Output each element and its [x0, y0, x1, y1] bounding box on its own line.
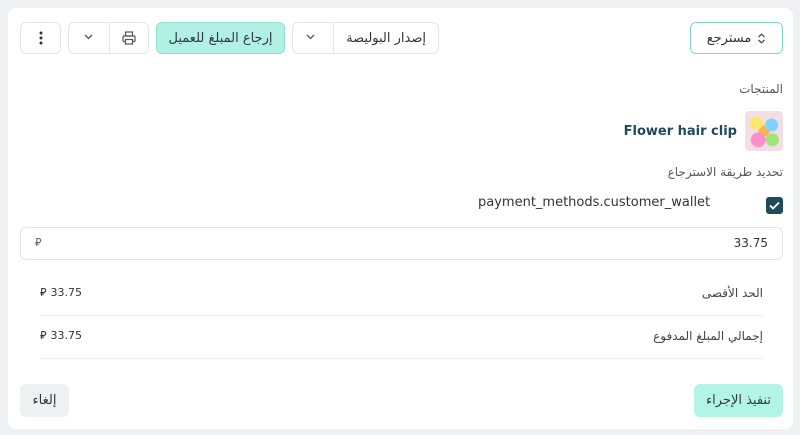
chevron-down-icon[interactable] — [83, 31, 94, 45]
cancel-button[interactable]: إلغاء — [20, 384, 69, 417]
max-amount-row: الحد الأقصى ⃁ 33.75 — [40, 272, 763, 316]
more-options-button[interactable] — [20, 22, 61, 54]
product-name: Flower hair clip — [623, 123, 737, 139]
total-value: 33.75 — [50, 329, 83, 342]
print-group — [68, 22, 149, 54]
customer-wallet-checkbox[interactable] — [766, 197, 783, 214]
divider — [109, 23, 110, 53]
up-down-chevron-icon — [758, 32, 766, 44]
product-item: Flower hair clip — [624, 111, 783, 151]
vertical-dots-icon — [39, 31, 42, 45]
total-paid-label: إجمالي المبلغ المدفوع — [653, 329, 763, 343]
customer-wallet-label: payment_methods.customer_wallet — [478, 195, 711, 210]
max-amount-value: ⃁ 33.75 — [40, 286, 82, 300]
issue-policy-button[interactable]: إصدار البوليصة — [346, 31, 426, 46]
issue-policy-group: إصدار البوليصة — [292, 22, 439, 54]
total-paid-value: ⃁ 33.75 — [40, 329, 82, 343]
product-thumbnail — [745, 111, 783, 151]
products-label: المنتجات — [739, 82, 783, 96]
refund-to-customer-button[interactable]: إرجاع المبلغ للعميل — [156, 22, 285, 54]
total-paid-row: إجمالي المبلغ المدفوع ⃁ 33.75 — [40, 315, 763, 359]
divider — [333, 23, 334, 53]
execute-action-button[interactable]: تنفيذ الإجراء — [694, 384, 783, 417]
amount-value: 33.75 — [733, 236, 768, 250]
status-button[interactable]: مسترجع — [690, 22, 783, 54]
execute-label: تنفيذ الإجراء — [706, 393, 771, 408]
riyal-icon: ⃁ — [40, 286, 47, 299]
refund-panel — [8, 8, 793, 429]
cancel-label: إلغاء — [32, 393, 57, 408]
refund-amount-input[interactable]: 33.75 ⃁ — [20, 227, 783, 260]
riyal-icon: ⃁ — [35, 236, 42, 249]
check-icon — [769, 201, 780, 210]
refund-method-label: تحديد طريقة الاسترجاع — [667, 165, 783, 179]
max-value: 33.75 — [50, 286, 83, 299]
riyal-icon: ⃁ — [40, 329, 47, 342]
max-amount-label: الحد الأقصى — [701, 286, 763, 300]
refund-label: إرجاع المبلغ للعميل — [168, 30, 273, 46]
status-label: مسترجع — [706, 30, 752, 46]
printer-icon[interactable] — [121, 30, 137, 50]
chevron-down-icon[interactable] — [305, 31, 316, 45]
